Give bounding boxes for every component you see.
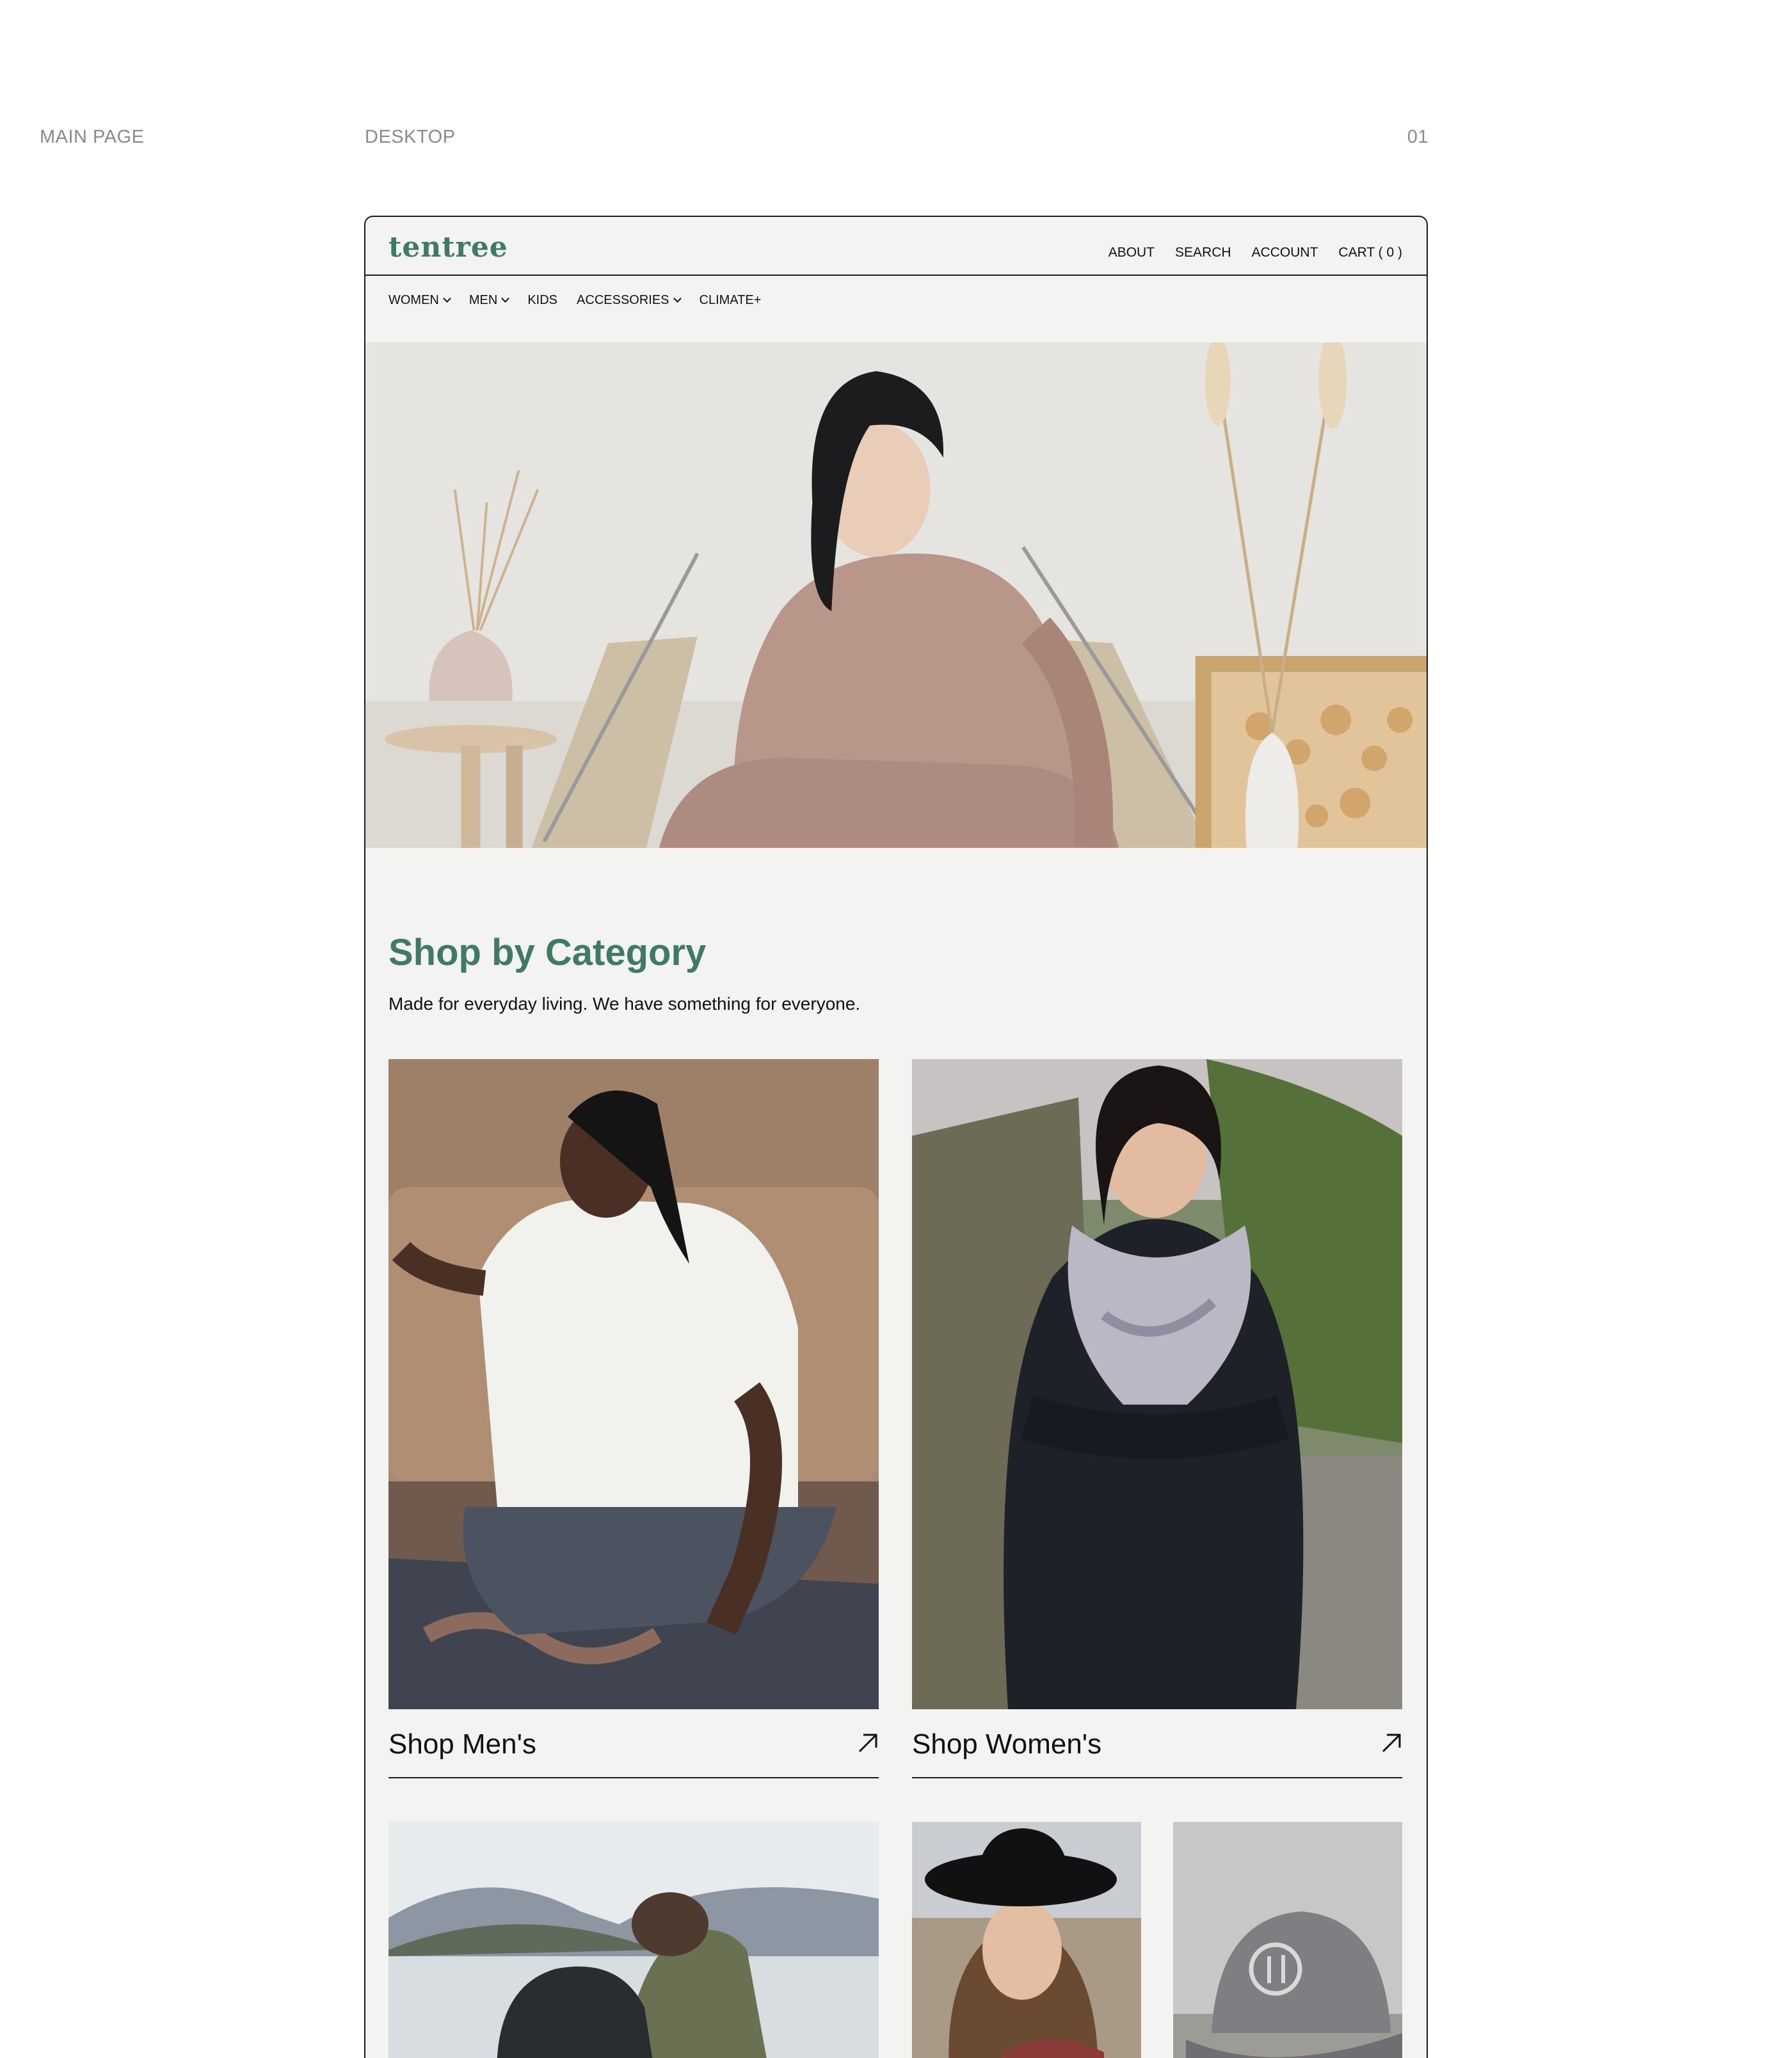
hero-image[interactable] (365, 342, 1427, 848)
nav-account-link[interactable]: ACCOUNT (1252, 245, 1318, 260)
category-card-hats-image[interactable] (912, 1822, 1141, 2058)
category-card-caps-image[interactable] (1173, 1822, 1402, 2058)
womens-photo-illustration (912, 1059, 1402, 1709)
arrow-up-right-icon (858, 1734, 877, 1753)
category-nav-label: MEN (468, 293, 498, 307)
mens-photo-illustration (388, 1059, 879, 1709)
shop-by-category-title: Shop by Category (388, 932, 707, 973)
meta-device-label: DESKTOP (365, 127, 456, 147)
hero-photo-illustration (365, 342, 1427, 848)
brand-logo[interactable]: tentree (388, 231, 508, 264)
chevron-down-icon (501, 294, 510, 303)
outdoor-backpack-photo-illustration (388, 1822, 879, 2058)
nav-search-link[interactable]: SEARCH (1175, 245, 1231, 260)
desktop-frame: tentree ABOUT SEARCH ACCOUNT CART ( 0 ) … (364, 216, 1428, 2058)
category-card-backpacks-image[interactable] (388, 1822, 879, 2058)
category-nav-women[interactable]: WOMEN (388, 293, 451, 308)
chevron-down-icon (443, 294, 451, 303)
nav-about-link[interactable]: ABOUT (1108, 245, 1155, 260)
shop-womens-image (912, 1059, 1402, 1709)
shop-mens-image (388, 1059, 879, 1709)
shop-womens-label: Shop Women's (912, 1728, 1102, 1760)
category-nav-label: CLIMATE+ (699, 293, 762, 307)
chevron-down-icon (673, 294, 682, 303)
category-nav: WOMEN MEN KIDS ACCESSORIES CLIMATE+ (388, 293, 761, 308)
shop-womens-card[interactable]: Shop Women's (912, 1059, 1402, 1778)
category-nav-label: WOMEN (388, 293, 439, 307)
category-nav-label: KIDS (527, 293, 558, 307)
utility-nav: ABOUT SEARCH ACCOUNT CART ( 0 ) (1108, 245, 1402, 260)
category-nav-label: ACCESSORIES (577, 293, 669, 307)
category-nav-men[interactable]: MEN (468, 293, 510, 308)
shop-by-category-subtitle: Made for everyday living. We have someth… (388, 994, 861, 1014)
arrow-up-right-icon (1382, 1734, 1401, 1753)
meta-page-number: 01 (1407, 127, 1428, 147)
shop-womens-label-row: Shop Women's (912, 1709, 1402, 1778)
category-nav-accessories[interactable]: ACCESSORIES (577, 293, 682, 308)
shop-mens-label: Shop Men's (388, 1728, 536, 1760)
nav-cart-link[interactable]: CART ( 0 ) (1338, 245, 1402, 260)
meta-section-label: MAIN PAGE (40, 127, 145, 147)
cap-photo-illustration (1173, 1822, 1402, 2058)
shop-mens-label-row: Shop Men's (388, 1709, 879, 1778)
category-nav-climate[interactable]: CLIMATE+ (700, 293, 762, 308)
category-nav-kids[interactable]: KIDS (527, 293, 557, 308)
site-header: tentree ABOUT SEARCH ACCOUNT CART ( 0 ) (365, 217, 1427, 276)
hat-model-photo-illustration (912, 1822, 1141, 2058)
shop-mens-card[interactable]: Shop Men's (388, 1059, 879, 1778)
